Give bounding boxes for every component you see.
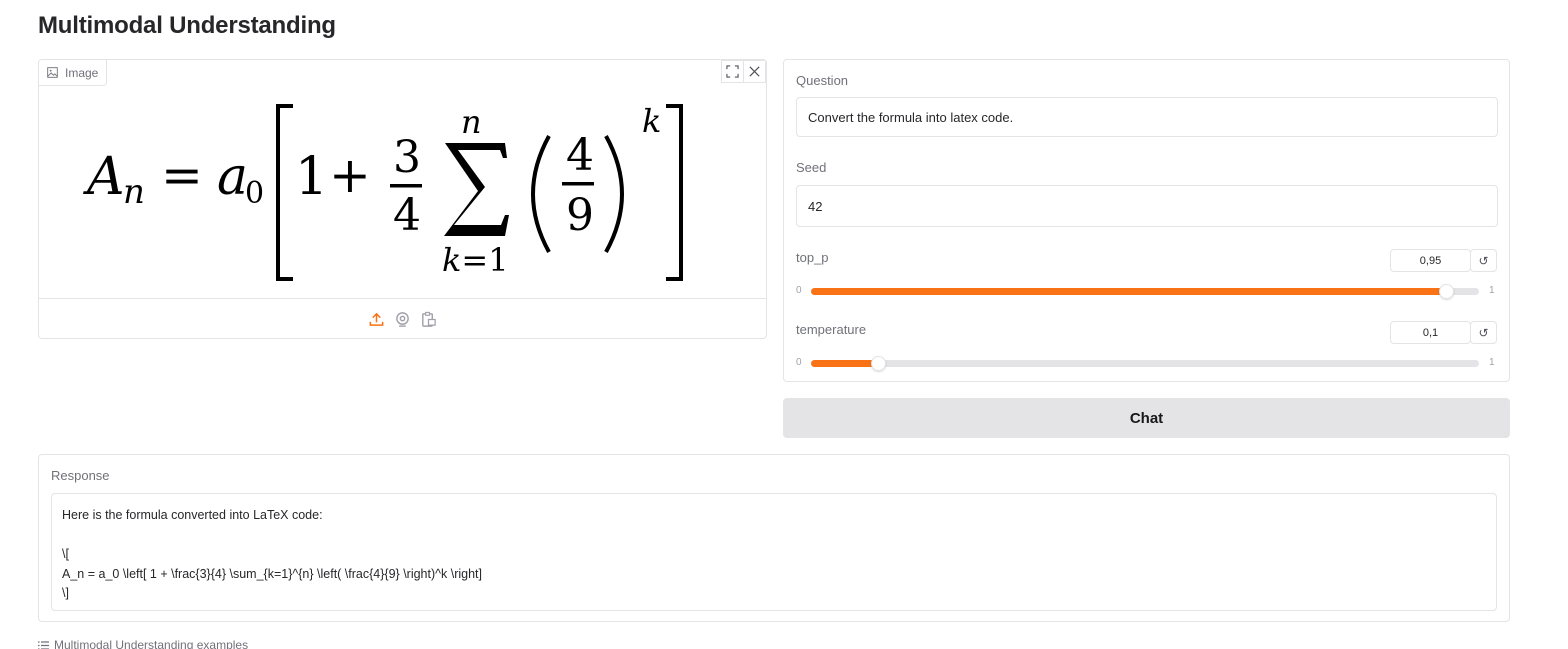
temperature-reset-button[interactable]: ↺: [1470, 321, 1497, 344]
svg-text:n: n: [123, 172, 145, 212]
svg-text:3: 3: [393, 132, 421, 183]
response-line: [62, 526, 1486, 546]
image-source-bar: [39, 298, 766, 338]
svg-text:A: A: [83, 147, 125, 207]
svg-text:9: 9: [566, 190, 594, 241]
top-p-number-input[interactable]: 0,95: [1390, 249, 1471, 272]
temperature-min: 0: [796, 357, 802, 368]
chat-button[interactable]: Chat: [783, 398, 1510, 438]
svg-text:1: 1: [295, 147, 328, 207]
response-textbox[interactable]: Here is the formula converted into LaTeX…: [51, 493, 1497, 611]
temperature-slider-fill: [811, 360, 878, 367]
temperature-label: temperature: [796, 322, 867, 337]
svg-text:n: n: [461, 103, 482, 141]
svg-text:0: 0: [245, 176, 264, 211]
examples-header[interactable]: Multimodal Understanding examples: [38, 638, 248, 649]
image-icon: [47, 67, 58, 78]
top-p-slider[interactable]: [811, 284, 1479, 299]
top-p-label: top_p: [796, 250, 829, 265]
top-p-reset-button[interactable]: ↺: [1470, 249, 1497, 272]
response-line: \[: [62, 547, 69, 561]
response-label: Response: [51, 468, 110, 483]
svg-text:4: 4: [393, 190, 421, 241]
svg-text:k=1: k=1: [442, 241, 509, 279]
question-label: Question: [796, 73, 849, 88]
examples-label: Multimodal Understanding examples: [54, 638, 249, 649]
close-icon: [749, 66, 760, 77]
response-line: A_n = a_0 \left[ 1 + \frac{3}{4} \sum_{k…: [62, 566, 482, 581]
fullscreen-icon: [726, 65, 739, 78]
svg-text:4: 4: [566, 130, 594, 181]
temperature-slider[interactable]: [811, 356, 1479, 371]
response-line: \]: [62, 586, 69, 600]
svg-text:=: =: [161, 146, 203, 204]
list-icon: [38, 640, 49, 649]
temperature-slider-thumb[interactable]: [870, 356, 886, 371]
webcam-icon[interactable]: [394, 311, 411, 328]
seed-label: Seed: [796, 160, 827, 175]
svg-text:a: a: [217, 147, 248, 207]
svg-text:+: +: [329, 146, 371, 204]
top-p-min: 0: [796, 285, 802, 296]
top-p-slider-fill: [811, 288, 1446, 295]
reset-icon: ↺: [1478, 253, 1489, 268]
page-title: Multimodal Understanding: [38, 12, 336, 39]
settings-panel: Question Convert the formula into latex …: [783, 59, 1510, 382]
clipboard-icon[interactable]: [420, 311, 437, 328]
reset-icon: ↺: [1478, 325, 1489, 340]
temperature-max: 1: [1489, 357, 1495, 368]
clear-image-button[interactable]: [743, 60, 766, 83]
formula-image: A n = a 0 1 + 3 4 n k=1 4 9 k: [39, 86, 766, 298]
image-label: Image: [39, 60, 108, 86]
seed-input[interactable]: 42: [796, 185, 1498, 227]
top-p-max: 1: [1489, 285, 1495, 296]
image-input-panel[interactable]: Image A n = a 0 1 + 3 4 n k=1 4 9 k: [38, 59, 767, 339]
question-input[interactable]: Convert the formula into latex code.: [796, 97, 1498, 137]
svg-text:k: k: [642, 102, 661, 140]
fullscreen-button[interactable]: [721, 60, 744, 83]
image-label-text: Image: [65, 65, 99, 80]
upload-icon[interactable]: [368, 311, 385, 328]
top-p-slider-thumb[interactable]: [1438, 284, 1454, 299]
response-panel: Response Here is the formula converted i…: [38, 454, 1510, 622]
temperature-number-input[interactable]: 0,1: [1390, 321, 1471, 344]
response-line: Here is the formula converted into LaTeX…: [62, 508, 323, 522]
